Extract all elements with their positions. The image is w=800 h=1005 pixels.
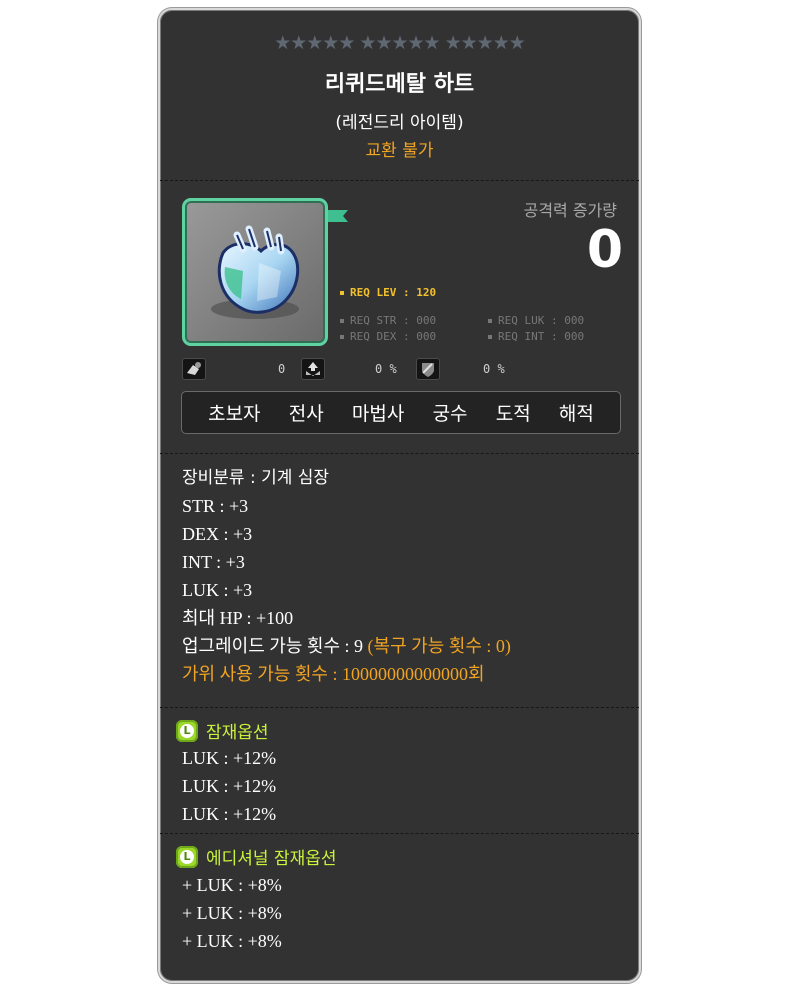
- job-warrior: 전사: [288, 403, 324, 425]
- job-pirate: 해적: [558, 403, 594, 425]
- stat-str: STR : +3: [182, 496, 249, 516]
- additional-potential-line: + LUK : +8%: [182, 875, 282, 895]
- stat-luk: LUK : +3: [182, 580, 253, 600]
- item-image-frame: [182, 198, 328, 346]
- restore-slots: (복구 가능 횟수 : 0): [367, 636, 511, 656]
- potential-header: L 잠재옵션: [176, 718, 269, 743]
- potential-line: LUK : +12%: [182, 748, 277, 768]
- star-force-stars: ★★★★★ ★★★★★ ★★★★★: [274, 32, 526, 54]
- additional-potential-header: L 에디셔널 잠재옵션: [176, 844, 337, 869]
- pet-equip-value: 0: [278, 362, 286, 376]
- item-stats: 장비분류 : 기계 심장 STR : +3 DEX : +3 INT : +3 …: [182, 464, 622, 688]
- legendary-badge-icon: L: [176, 719, 198, 742]
- job-bowman: 궁수: [432, 403, 468, 425]
- job-magician: 마법사: [351, 403, 405, 425]
- item-flag-icon: [328, 210, 348, 222]
- job-thief: 도적: [495, 403, 531, 425]
- trade-status: 교환 불가: [365, 141, 434, 161]
- divider: [160, 833, 639, 834]
- potential-line: LUK : +12%: [182, 804, 277, 824]
- attack-increase-label: 공격력 증가량: [523, 201, 617, 220]
- potential-line: LUK : +12%: [182, 776, 277, 796]
- job-beginner: 초보자: [208, 403, 261, 425]
- additional-potential-line: + LUK : +8%: [182, 903, 282, 923]
- upgrade-slots-row: 업그레이드 가능 횟수 : 9 (복구 가능 횟수 : 0): [182, 632, 622, 660]
- liquid-metal-heart-icon: [211, 225, 300, 319]
- ignore-defense-value: 0 %: [483, 362, 505, 376]
- req-str: REQ STR : 000: [340, 314, 436, 327]
- scissors-count: 가위 사용 가능 횟수 : 10000000000000회: [182, 664, 485, 684]
- req-level: REQ LEV : 120: [340, 286, 436, 299]
- divider: [160, 180, 639, 181]
- pet-equip-icon: [182, 358, 206, 380]
- req-int: REQ INT : 000: [488, 330, 584, 343]
- shield-icon: [416, 358, 440, 380]
- additional-potential-title: 에디셔널 잠재옵션: [206, 849, 337, 869]
- upgrade-value: 0 %: [375, 362, 397, 376]
- item-name: 리퀴드메탈 하트: [324, 72, 475, 97]
- divider: [160, 707, 639, 708]
- item-grade: (레전드리 아이템): [335, 113, 464, 133]
- stat-int: INT : +3: [182, 552, 245, 572]
- potential-title: 잠재옵션: [206, 723, 269, 743]
- additional-potential-lines: + LUK : +8% + LUK : +8% + LUK : +8%: [182, 871, 622, 955]
- job-restrictions: 초보자 전사 마법사 궁수 도적 해적: [181, 391, 621, 434]
- item-tooltip: ★★★★★ ★★★★★ ★★★★★ 리퀴드메탈 하트 (레전드리 아이템) 교환…: [158, 8, 641, 983]
- upgrade-slots: 업그레이드 가능 횟수 : 9: [182, 636, 364, 656]
- additional-potential-line: + LUK : +8%: [182, 931, 282, 951]
- potential-lines: LUK : +12% LUK : +12% LUK : +12%: [182, 744, 622, 828]
- stat-dex: DEX : +3: [182, 524, 253, 544]
- upgrade-icon: [301, 358, 325, 380]
- attack-increase-value: 0: [586, 220, 623, 280]
- req-dex: REQ DEX : 000: [340, 330, 436, 343]
- req-luk: REQ LUK : 000: [488, 314, 584, 327]
- stat-max-hp: 최대 HP : +100: [182, 608, 294, 628]
- divider: [160, 453, 639, 454]
- legendary-badge-icon: L: [176, 845, 198, 868]
- equip-category: 장비분류 : 기계 심장: [182, 468, 330, 488]
